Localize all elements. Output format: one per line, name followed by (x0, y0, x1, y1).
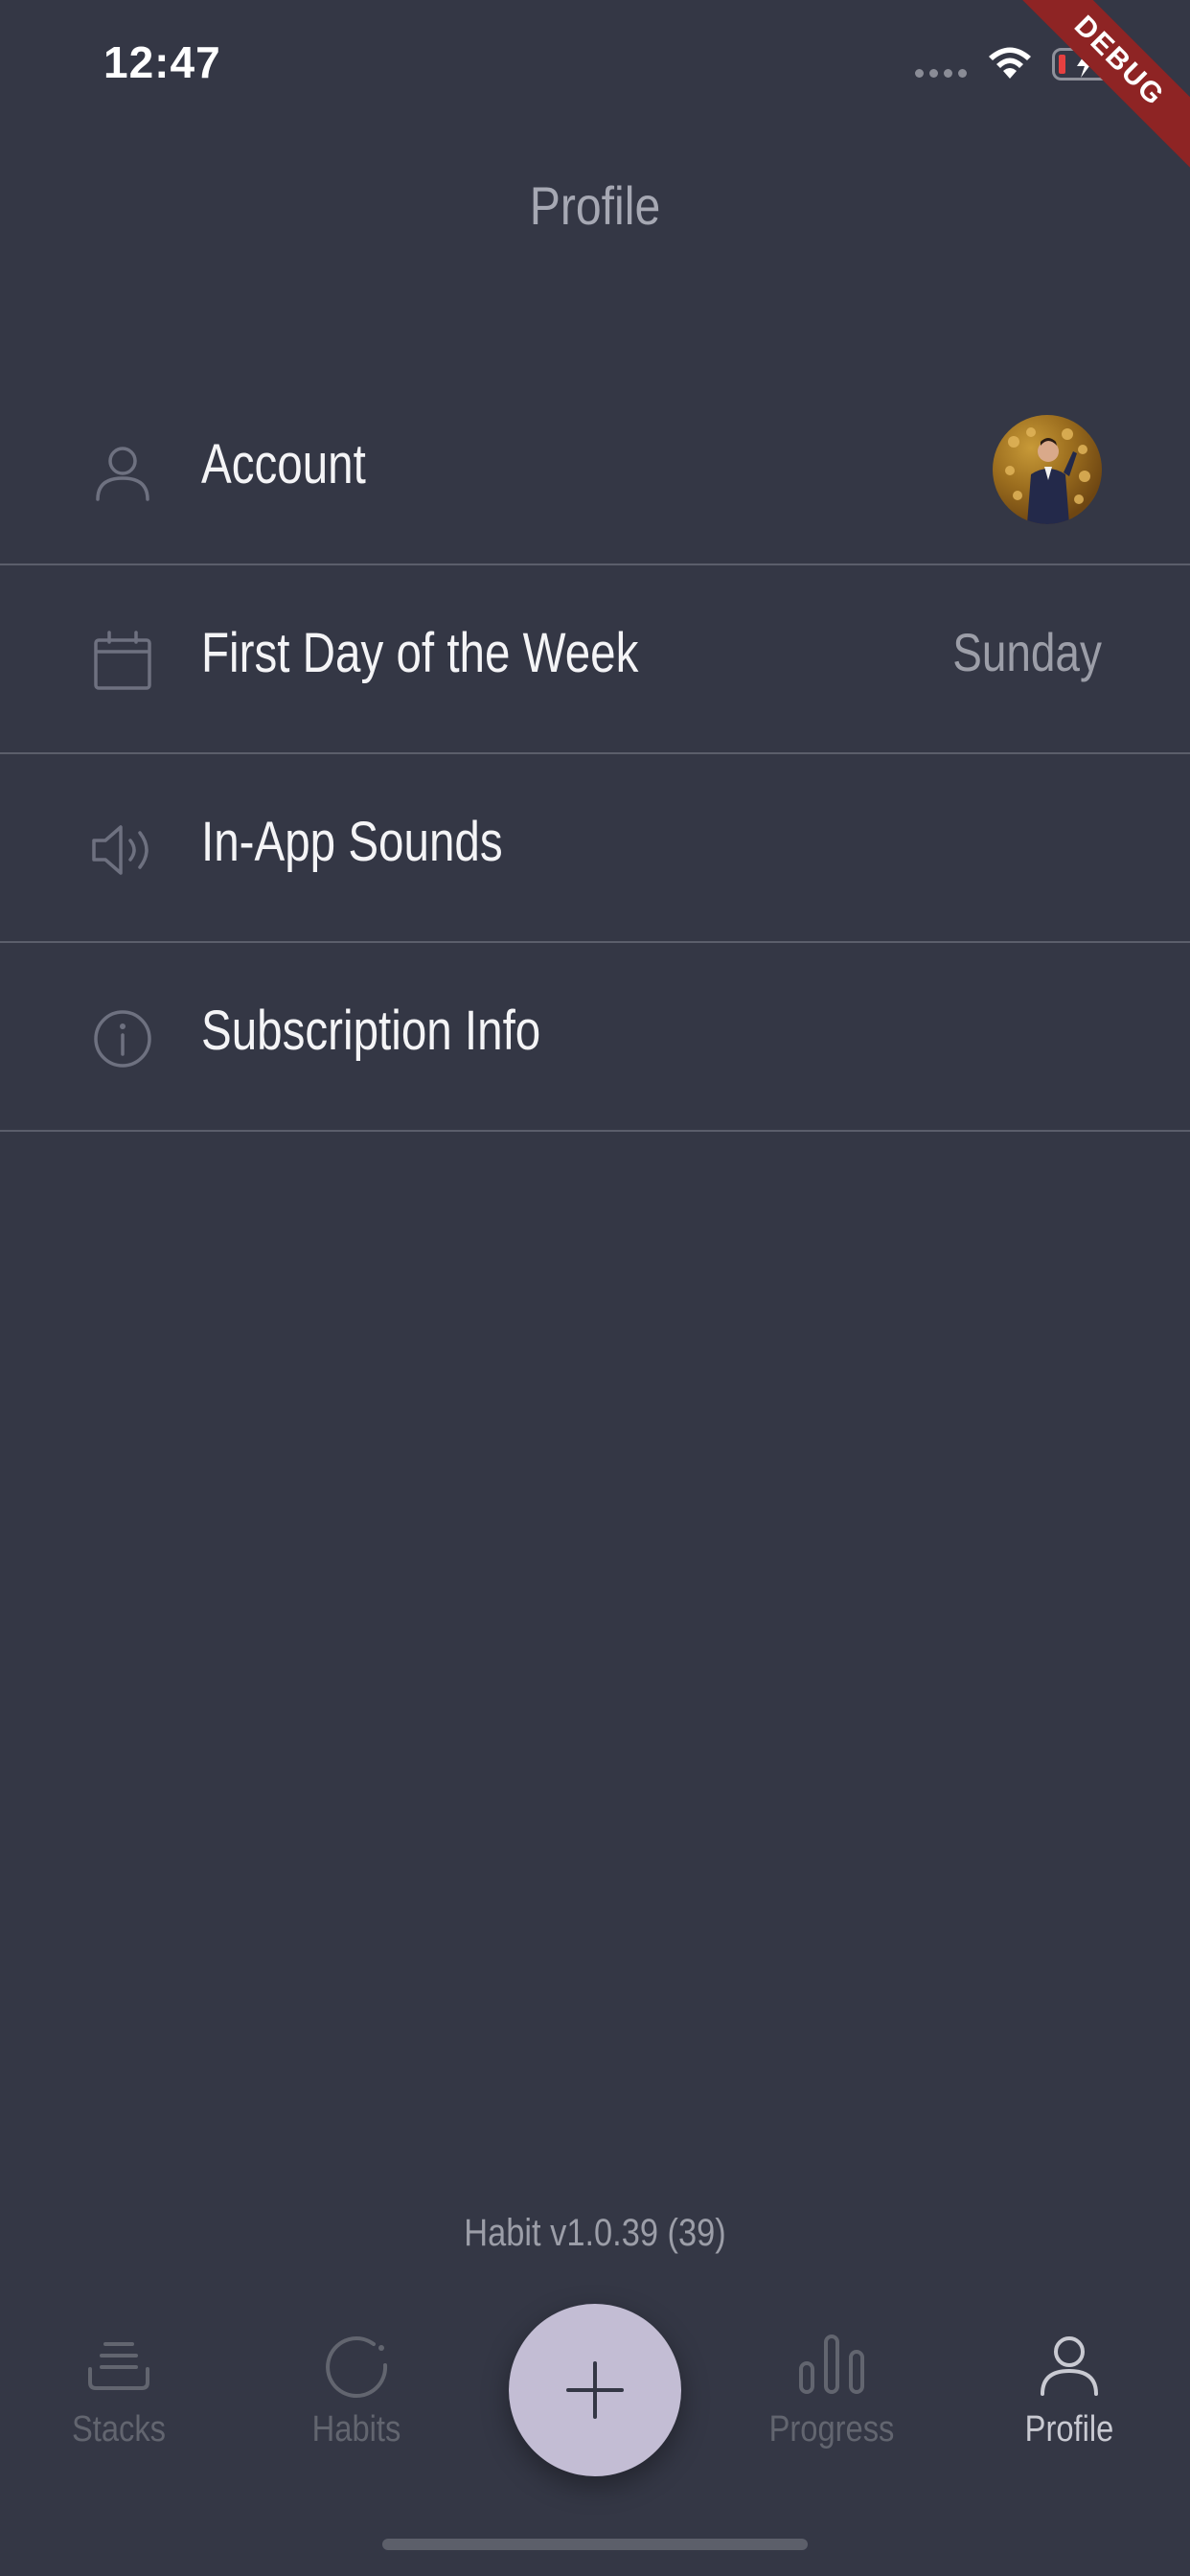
profile-icon (1041, 2336, 1098, 2396)
person-icon (96, 447, 149, 501)
plus-icon (566, 2361, 624, 2419)
tab-label: Habits (311, 2409, 401, 2450)
debug-banner: DEBUG (986, 0, 1190, 195)
tab-label: Profile (1024, 2409, 1114, 2450)
speaker-icon (92, 825, 149, 875)
settings-row-account[interactable]: Account (0, 377, 1190, 565)
stacks-icon (88, 2342, 149, 2390)
settings-row-subscription-info[interactable]: Subscription Info (0, 943, 1190, 1132)
add-button[interactable] (509, 2304, 681, 2476)
home-indicator[interactable] (382, 2539, 808, 2550)
settings-row-in-app-sounds[interactable]: In-App Sounds (0, 754, 1190, 943)
tab-label: Stacks (71, 2409, 167, 2450)
settings-list: Account First Day of the Week Sunday In-… (0, 377, 1190, 1132)
avatar[interactable] (993, 415, 1102, 524)
info-icon (94, 1010, 151, 1068)
tab-progress[interactable]: Progress (736, 2327, 927, 2450)
wifi-icon (989, 47, 1031, 79)
first-day-value: Sunday (952, 622, 1102, 682)
progress-icon (799, 2334, 864, 2394)
settings-row-label: First Day of the Week (201, 622, 639, 684)
status-time: 12:47 (103, 37, 221, 87)
page-title: Profile (529, 175, 661, 236)
calendar-icon (94, 631, 151, 690)
tab-stacks[interactable]: Stacks (23, 2327, 215, 2450)
settings-row-label: Account (201, 433, 366, 495)
tab-habits[interactable]: Habits (261, 2327, 452, 2450)
cellular-signal-icon (915, 69, 967, 78)
settings-row-label: Subscription Info (201, 1000, 541, 1062)
habits-icon (326, 2336, 388, 2399)
settings-row-label: In-App Sounds (201, 811, 503, 873)
tab-label: Progress (768, 2409, 895, 2450)
settings-row-first-day-of-week[interactable]: First Day of the Week Sunday (0, 565, 1190, 754)
status-bar: 12:47 DEBUG (0, 0, 1190, 195)
tab-profile[interactable]: Profile (973, 2327, 1165, 2450)
app-version: Habit v1.0.39 (39) (464, 2212, 726, 2254)
avatar-photo (1005, 427, 1090, 524)
